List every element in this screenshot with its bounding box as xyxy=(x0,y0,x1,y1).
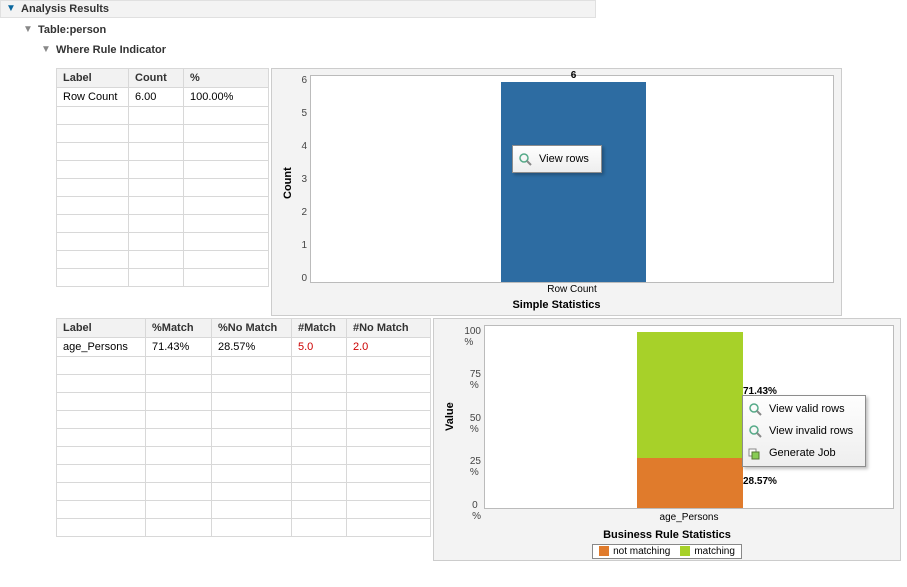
x-category-label: Row Count xyxy=(310,284,834,295)
magnifier-icon xyxy=(517,151,533,167)
magnifier-icon xyxy=(747,401,763,417)
swatch-matching xyxy=(680,546,690,556)
table-row xyxy=(57,465,431,483)
section-analysis-results[interactable]: ▼ Analysis Results xyxy=(0,0,596,18)
table-row xyxy=(57,447,431,465)
y-axis-label: Count xyxy=(282,167,294,199)
table-header-row: Label %Match %No Match #Match #No Match xyxy=(57,319,431,338)
bar-segment-matching[interactable] xyxy=(637,332,743,458)
node-table-person[interactable]: ▼ Table:person xyxy=(18,22,907,38)
chart-bar[interactable] xyxy=(501,82,646,282)
table-row[interactable]: Row Count 6.00 100.00% xyxy=(57,88,269,107)
legend-label-matching: matching xyxy=(694,546,735,557)
section-title-text: Analysis Results xyxy=(21,3,109,15)
table-row xyxy=(57,179,269,197)
expand-icon[interactable]: ▼ xyxy=(22,24,34,36)
menu-item-label: View rows xyxy=(539,153,589,165)
menu-item-label: View valid rows xyxy=(769,403,845,415)
menu-item-label: Generate Job xyxy=(769,447,836,459)
chart-title: Business Rule Statistics xyxy=(434,527,900,543)
col-nnomatch[interactable]: #No Match xyxy=(347,319,431,338)
legend-label-notmatching: not matching xyxy=(613,546,670,557)
context-menu: View rows xyxy=(512,145,602,173)
col-pnomatch[interactable]: %No Match xyxy=(212,319,292,338)
node-where-rule[interactable]: ▼ Where Rule Indicator xyxy=(36,42,907,58)
context-menu: View valid rows View invalid rows Genera… xyxy=(742,395,866,467)
menu-item-label: View invalid rows xyxy=(769,425,853,437)
magnifier-icon xyxy=(747,423,763,439)
ytick: 6 xyxy=(301,75,311,86)
ytick: 50 % xyxy=(470,413,485,435)
chart-title: Simple Statistics xyxy=(272,297,841,313)
table-row xyxy=(57,251,269,269)
cell-label: Row Count xyxy=(57,88,129,107)
cell-pct: 100.00% xyxy=(184,88,269,107)
table-business-rule: Label %Match %No Match #Match #No Match … xyxy=(56,318,431,537)
ytick: 3 xyxy=(301,174,311,185)
node-label: Table:person xyxy=(38,24,106,36)
swatch-notmatching xyxy=(599,546,609,556)
ytick: 2 xyxy=(301,207,311,218)
col-label[interactable]: Label xyxy=(57,69,129,88)
table-row xyxy=(57,269,269,287)
table-row xyxy=(57,393,431,411)
bar-value-label: 6 xyxy=(501,70,646,81)
cell-count: 6.00 xyxy=(129,88,184,107)
ytick: 75 % xyxy=(470,369,485,391)
segment-label-notmatching: 28.57% xyxy=(743,476,793,487)
col-label[interactable]: Label xyxy=(57,319,146,338)
ytick: 1 xyxy=(301,240,311,251)
cell-nnomatch: 2.0 xyxy=(347,338,431,357)
table-row xyxy=(57,483,431,501)
node-label: Where Rule Indicator xyxy=(56,44,166,56)
cell-nmatch: 5.0 xyxy=(292,338,347,357)
table-row[interactable]: age_Persons 71.43% 28.57% 5.0 2.0 xyxy=(57,338,431,357)
table-row xyxy=(57,429,431,447)
chart-simple-statistics: 0 1 2 3 4 5 6 6 Count Row Count Simple S… xyxy=(271,68,842,316)
expand-icon[interactable]: ▼ xyxy=(5,3,17,15)
table-row xyxy=(57,215,269,233)
table-row xyxy=(57,161,269,179)
col-pmatch[interactable]: %Match xyxy=(146,319,212,338)
cell-label: age_Persons xyxy=(57,338,146,357)
table-row xyxy=(57,519,431,537)
expand-icon[interactable]: ▼ xyxy=(40,44,52,56)
col-count[interactable]: Count xyxy=(129,69,184,88)
menu-item-generate-job[interactable]: Generate Job xyxy=(745,442,863,464)
ytick: 100 % xyxy=(464,326,485,348)
ytick: 4 xyxy=(301,141,311,152)
generate-job-icon xyxy=(747,445,763,461)
ytick: 0 xyxy=(301,273,311,284)
menu-item-view-valid-rows[interactable]: View valid rows xyxy=(745,398,863,420)
chart-legend: not matching matching xyxy=(592,544,742,559)
table-row xyxy=(57,107,269,125)
table-row xyxy=(57,501,431,519)
table-row xyxy=(57,411,431,429)
col-pct[interactable]: % xyxy=(184,69,269,88)
table-row xyxy=(57,233,269,251)
chart-business-rule-statistics: 0 % 25 % 50 % 75 % 100 % 71.43% 28.57% V… xyxy=(433,318,901,561)
ytick: 25 % xyxy=(470,456,485,478)
y-axis-label: Value xyxy=(444,402,456,431)
menu-item-view-invalid-rows[interactable]: View invalid rows xyxy=(745,420,863,442)
x-category-label: age_Persons xyxy=(484,512,894,523)
table-simple-stats: Label Count % Row Count 6.00 100.00% xyxy=(56,68,269,287)
cell-pmatch: 71.43% xyxy=(146,338,212,357)
bar-segment-notmatching[interactable] xyxy=(637,458,743,508)
table-row xyxy=(57,143,269,161)
table-row xyxy=(57,197,269,215)
table-row xyxy=(57,357,431,375)
cell-pnomatch: 28.57% xyxy=(212,338,292,357)
menu-item-view-rows[interactable]: View rows xyxy=(515,148,599,170)
table-row xyxy=(57,125,269,143)
table-header-row: Label Count % xyxy=(57,69,269,88)
col-nmatch[interactable]: #Match xyxy=(292,319,347,338)
ytick: 5 xyxy=(301,108,311,119)
table-row xyxy=(57,375,431,393)
